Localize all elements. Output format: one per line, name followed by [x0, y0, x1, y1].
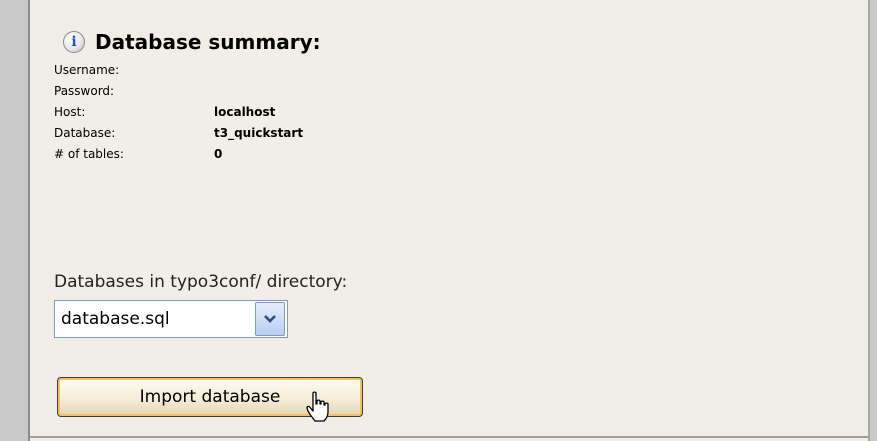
database-panel: i Database summary: Username: Password: … [28, 0, 870, 441]
chevron-down-glyph [264, 315, 276, 323]
row-label: Password: [54, 84, 115, 98]
summary-row-username: Username: [54, 60, 303, 81]
summary-row-host: Host: localhost [54, 102, 303, 123]
summary-row-database: Database: t3_quickstart [54, 123, 303, 144]
summary-table: Username: Password: Host: localhost Data… [54, 60, 303, 165]
row-label: Username: [54, 63, 120, 77]
row-value: localhost [214, 105, 276, 119]
summary-header: i Database summary: [63, 30, 321, 54]
row-label: Host: [54, 105, 86, 119]
row-label: # of tables: [54, 147, 124, 161]
divider [30, 436, 868, 438]
row-value: t3_quickstart [214, 126, 304, 140]
hand-pointer-icon [306, 391, 329, 422]
chevron-down-icon[interactable] [255, 302, 285, 336]
info-icon: i [63, 31, 85, 53]
database-select[interactable]: database.sql [54, 300, 288, 338]
summary-row-password: Password: [54, 81, 303, 102]
summary-row-tables: # of tables: 0 [54, 144, 303, 165]
databases-label: Databases in typo3conf/ directory: [54, 272, 348, 292]
summary-title: Database summary: [95, 30, 321, 54]
row-value: 0 [214, 147, 223, 161]
row-label: Database: [54, 126, 116, 140]
database-select-value: database.sql [61, 309, 170, 329]
